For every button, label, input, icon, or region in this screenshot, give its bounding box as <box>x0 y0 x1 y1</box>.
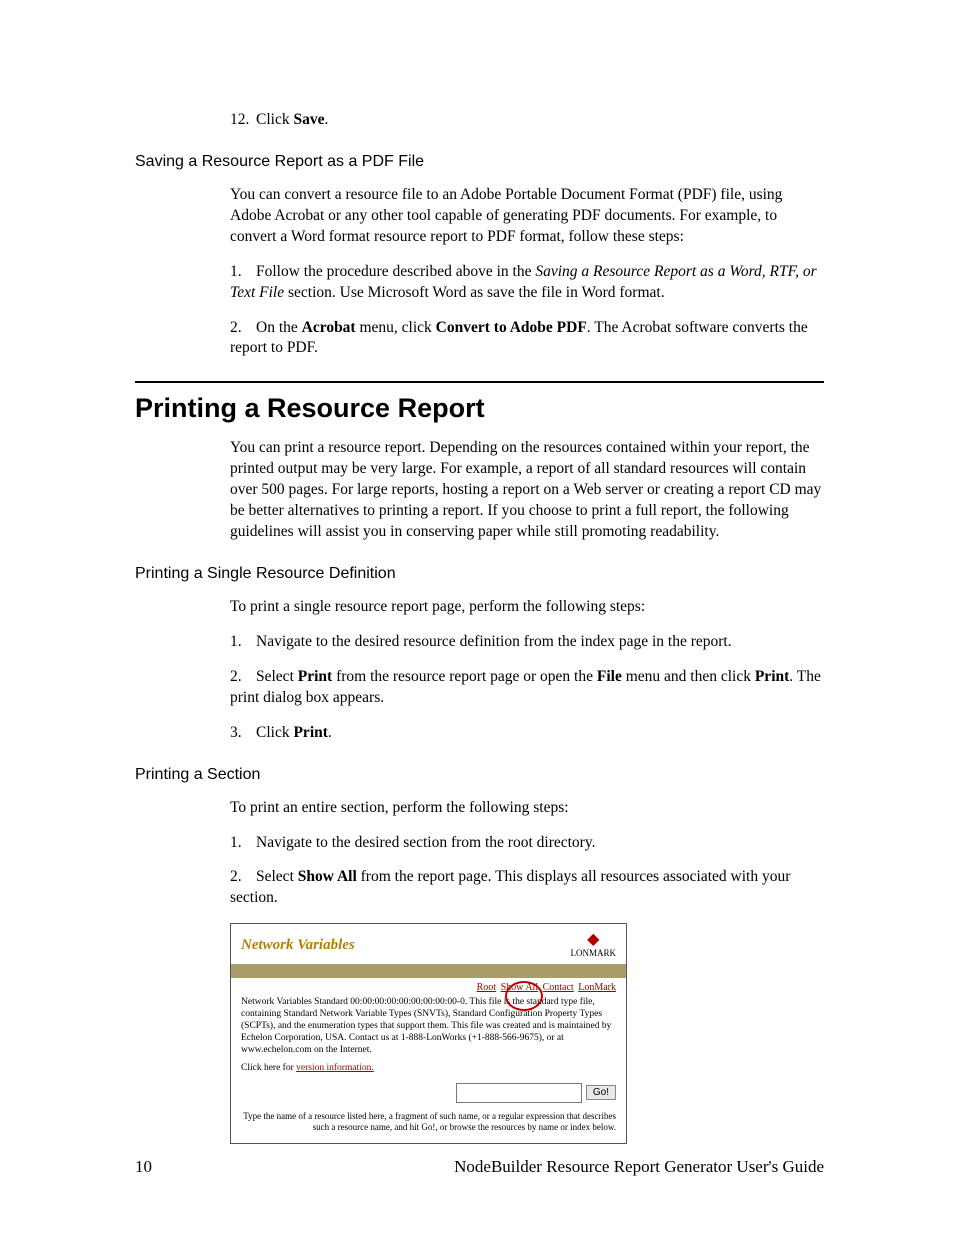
text-bold: Show All <box>298 868 357 885</box>
text: Navigate to the desired section from the… <box>256 834 595 851</box>
text-bold: Convert to Adobe PDF <box>436 319 587 336</box>
figure-header: Network Variables ◆ LONMARK <box>231 924 626 964</box>
print-section-block: To print an entire section, perform the … <box>230 798 824 910</box>
page-number: 10 <box>135 1157 152 1177</box>
section-step-2: 2.Select Show All from the report page. … <box>230 867 824 909</box>
text-bold: Print <box>293 724 327 741</box>
link-lonmark[interactable]: LonMark <box>578 982 616 993</box>
figure-search-hint: Type the name of a resource listed here,… <box>231 1111 626 1144</box>
print-single-block: To print a single resource report page, … <box>230 597 824 744</box>
text: Select <box>256 868 298 885</box>
single-step-3: 3.Click Print. <box>230 723 824 744</box>
step-number: 2. <box>230 867 256 888</box>
link-version-info[interactable]: version information. <box>296 1063 374 1073</box>
section-divider <box>135 381 824 383</box>
paragraph-save-pdf: You can convert a resource file to an Ad… <box>230 185 824 248</box>
heading-print-single: Printing a Single Resource Definition <box>135 565 824 583</box>
print-intro-block: You can print a resource report. Dependi… <box>230 438 824 543</box>
text: Select <box>256 668 298 685</box>
text-bold: Acrobat <box>302 319 356 336</box>
text-bold: Print <box>755 668 789 685</box>
section-step-1: 1.Navigate to the desired section from t… <box>230 833 824 854</box>
search-input[interactable] <box>456 1083 582 1103</box>
figure-version-line: Click here for version information. <box>231 1063 626 1083</box>
figure-nav-links: Root Show All Contact LonMark <box>231 978 626 995</box>
lonmark-logo-text: LONMARK <box>570 948 616 958</box>
step-number: 1. <box>230 833 256 854</box>
text: Click here for <box>241 1063 296 1073</box>
embedded-report-figure: Network Variables ◆ LONMARK Root Show Al… <box>230 923 627 1144</box>
figure-title: Network Variables <box>241 937 355 954</box>
figure-description: Network Variables Standard 00:00:00:00:0… <box>231 995 626 1062</box>
pdf-step-2: 2.On the Acrobat menu, click Convert to … <box>230 318 824 360</box>
page: 12.Click Save. Saving a Resource Report … <box>0 0 954 1235</box>
text: section. Use Microsoft Word as save the … <box>284 284 664 301</box>
text-bold: File <box>597 668 622 685</box>
text: On the <box>256 319 302 336</box>
text: Click <box>256 724 293 741</box>
lonmark-logo-icon: ◆ <box>570 932 616 948</box>
footer-title: NodeBuilder Resource Report Generator Us… <box>454 1157 824 1177</box>
step-text-post: . <box>324 111 328 128</box>
step-12-block: 12.Click Save. <box>230 110 824 131</box>
step-number: 2. <box>230 667 256 688</box>
step-text-pre: Click <box>256 111 293 128</box>
text-bold: Print <box>298 668 332 685</box>
single-step-1: 1.Navigate to the desired resource defin… <box>230 632 824 653</box>
list-step-12: 12.Click Save. <box>230 110 824 131</box>
figure-separator <box>231 964 626 978</box>
link-show-all[interactable]: Show All <box>501 982 539 993</box>
figure-search-row: Go! <box>231 1083 626 1111</box>
text: . <box>328 724 332 741</box>
go-button[interactable]: Go! <box>586 1085 616 1100</box>
figure-wrapper: Network Variables ◆ LONMARK Root Show Al… <box>135 923 824 1144</box>
page-footer: 10 NodeBuilder Resource Report Generator… <box>135 1157 824 1177</box>
text: Navigate to the desired resource definit… <box>256 633 732 650</box>
heading-printing: Printing a Resource Report <box>135 393 824 424</box>
step-number: 2. <box>230 318 256 339</box>
link-contact[interactable]: Contact <box>543 982 574 993</box>
paragraph-print-single: To print a single resource report page, … <box>230 597 824 618</box>
link-root[interactable]: Root <box>477 982 496 993</box>
step-number: 1. <box>230 632 256 653</box>
step-text-bold: Save <box>293 111 324 128</box>
text: Follow the procedure described above in … <box>256 263 535 280</box>
step-number: 3. <box>230 723 256 744</box>
heading-print-section: Printing a Section <box>135 766 824 784</box>
single-step-2: 2.Select Print from the resource report … <box>230 667 824 709</box>
heading-save-pdf: Saving a Resource Report as a PDF File <box>135 153 824 171</box>
pdf-step-1: 1.Follow the procedure described above i… <box>230 262 824 304</box>
step-number: 1. <box>230 262 256 283</box>
save-pdf-block: You can convert a resource file to an Ad… <box>230 185 824 359</box>
lonmark-logo: ◆ LONMARK <box>570 932 616 958</box>
text: menu and then click <box>622 668 755 685</box>
step-number: 12. <box>230 110 256 131</box>
paragraph-print-intro: You can print a resource report. Dependi… <box>230 438 824 543</box>
text: from the resource report page or open th… <box>332 668 597 685</box>
text: menu, click <box>356 319 436 336</box>
paragraph-print-section: To print an entire section, perform the … <box>230 798 824 819</box>
